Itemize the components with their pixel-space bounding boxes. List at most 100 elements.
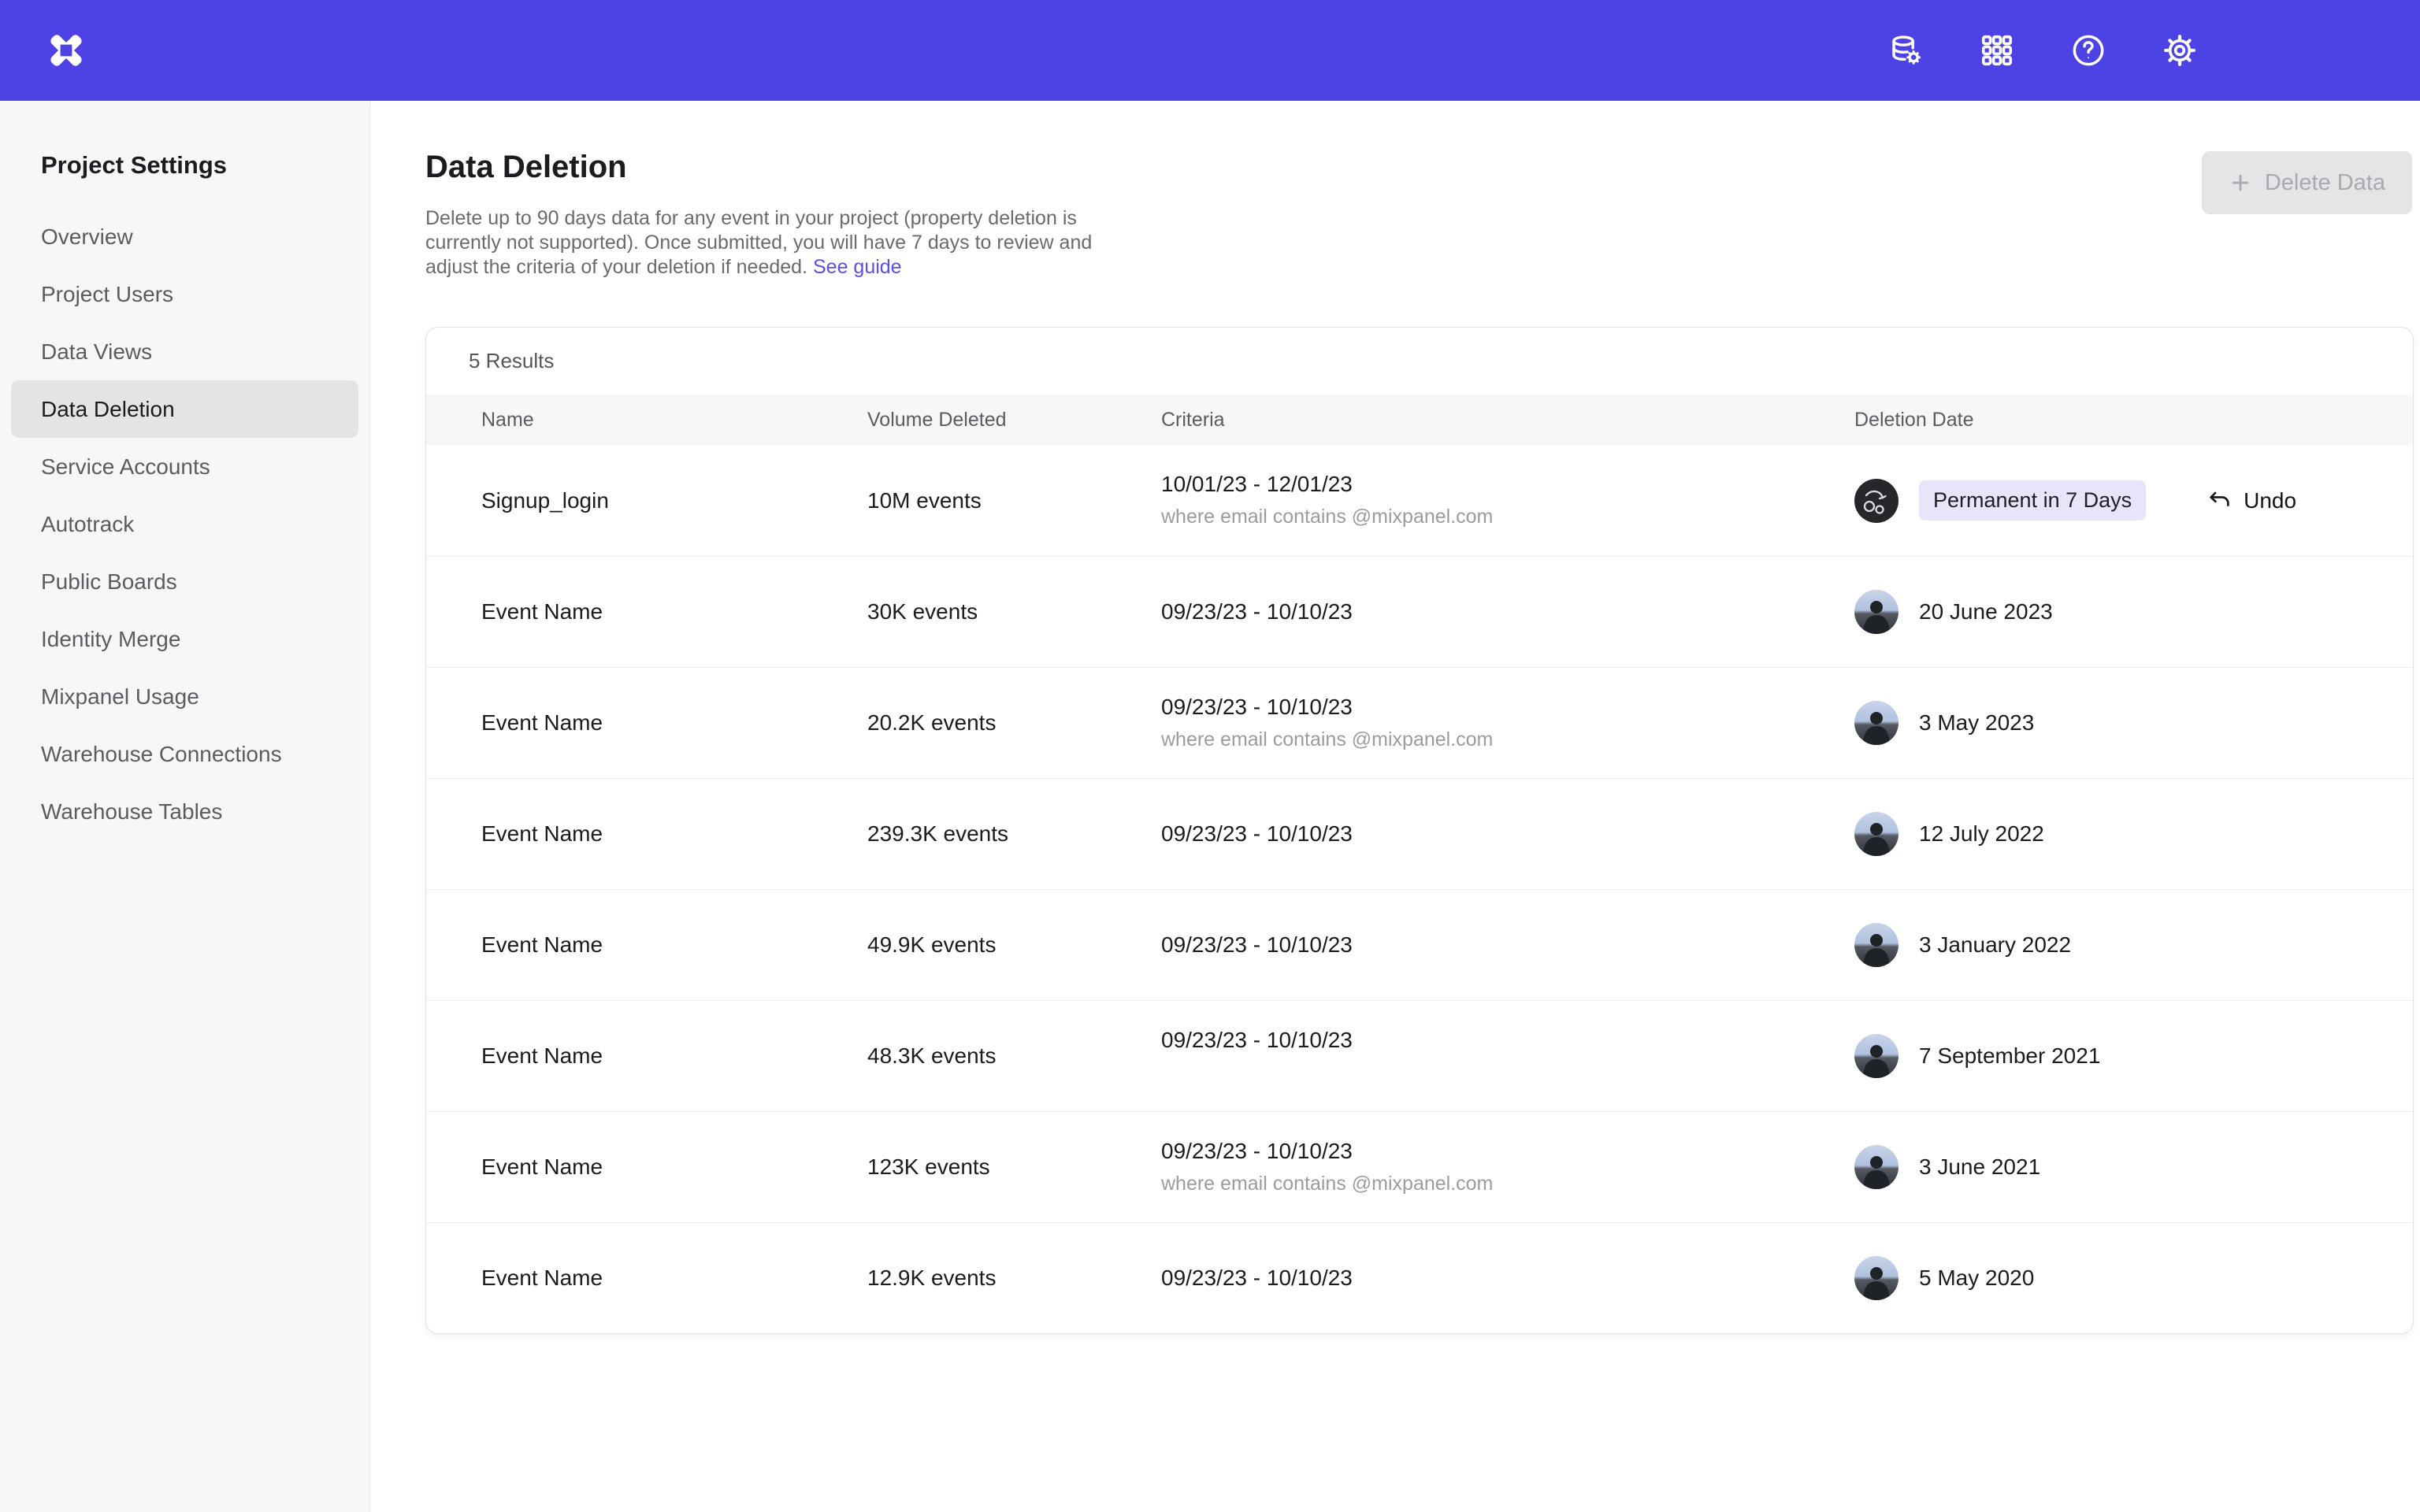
row-criteria: 09/23/23 - 10/10/23 bbox=[1161, 932, 1854, 958]
user-avatar bbox=[1854, 479, 1899, 523]
results-count: 5 Results bbox=[426, 328, 2413, 395]
sidebar-item-data-deletion[interactable]: Data Deletion bbox=[11, 380, 358, 438]
criteria-date-range: 10/01/23 - 12/01/23 bbox=[1161, 472, 1854, 497]
top-bar bbox=[0, 0, 2420, 101]
criteria-date-range: 09/23/23 - 10/10/23 bbox=[1161, 1139, 1854, 1164]
row-volume-deleted: 239.3K events bbox=[867, 821, 1161, 847]
row-criteria: 09/23/23 - 10/10/23 bbox=[1161, 599, 1854, 624]
row-name: Event Name bbox=[481, 821, 867, 847]
row-volume-deleted: 30K events bbox=[867, 599, 1161, 624]
criteria-date-range: 09/23/23 - 10/10/23 bbox=[1161, 1028, 1854, 1053]
criteria-filter-text: where email contains @mixpanel.com bbox=[1161, 506, 1854, 529]
user-avatar bbox=[1854, 590, 1899, 634]
criteria-filter-text: where email contains @mixpanel.com bbox=[1161, 1173, 1854, 1196]
row-criteria: 09/23/23 - 10/10/23 bbox=[1161, 1266, 1854, 1291]
deletion-date-text: 12 July 2022 bbox=[1919, 821, 2044, 847]
deletion-date-text: 3 June 2021 bbox=[1919, 1154, 2040, 1180]
see-guide-link[interactable]: See guide bbox=[813, 256, 902, 278]
table-row: Event Name48.3K events09/23/23 - 10/10/2… bbox=[426, 1000, 2413, 1111]
table-row: Event Name12.9K events09/23/23 - 10/10/2… bbox=[426, 1222, 2413, 1333]
table-row: Event Name123K events09/23/23 - 10/10/23… bbox=[426, 1111, 2413, 1222]
row-criteria: 10/01/23 - 12/01/23 where email contains … bbox=[1161, 472, 1854, 529]
page-title: Data Deletion bbox=[425, 150, 627, 185]
row-criteria: 09/23/23 - 10/10/23 bbox=[1161, 821, 1854, 847]
row-volume-deleted: 10M events bbox=[867, 488, 1161, 513]
criteria-filter-text bbox=[1161, 1062, 1854, 1085]
deletion-date-text: 7 September 2021 bbox=[1919, 1043, 2100, 1069]
row-name: Event Name bbox=[481, 1154, 867, 1180]
sidebar-item-data-views[interactable]: Data Views bbox=[11, 323, 358, 380]
column-header-deletion-date: Deletion Date bbox=[1854, 409, 2413, 432]
criteria-date-range: 09/23/23 - 10/10/23 bbox=[1161, 1266, 1854, 1291]
user-avatar bbox=[1854, 923, 1899, 967]
undo-icon bbox=[2207, 488, 2233, 513]
table-row: Event Name20.2K events09/23/23 - 10/10/2… bbox=[426, 667, 2413, 778]
row-name: Event Name bbox=[481, 1266, 867, 1291]
criteria-date-range: 09/23/23 - 10/10/23 bbox=[1161, 695, 1854, 720]
sidebar-item-public-boards[interactable]: Public Boards bbox=[11, 553, 358, 610]
data-management-icon[interactable] bbox=[1886, 31, 1925, 70]
sidebar-item-identity-merge[interactable]: Identity Merge bbox=[11, 610, 358, 668]
row-name: Event Name bbox=[481, 599, 867, 624]
criteria-filter-text: where email contains @mixpanel.com bbox=[1161, 728, 1854, 752]
row-deletion-date: Permanent in 7 Days Undo bbox=[1854, 479, 2413, 523]
help-icon[interactable] bbox=[2069, 31, 2108, 70]
row-deletion-date: 3 January 2022 bbox=[1854, 923, 2413, 967]
sidebar: Project Settings OverviewProject UsersDa… bbox=[0, 101, 370, 1512]
permanent-status-badge: Permanent in 7 Days bbox=[1919, 480, 2146, 521]
sidebar-nav: OverviewProject UsersData ViewsData Dele… bbox=[11, 208, 358, 840]
column-header-name: Name bbox=[481, 409, 867, 432]
sidebar-item-mixpanel-usage[interactable]: Mixpanel Usage bbox=[11, 668, 358, 725]
deletion-date-text: 20 June 2023 bbox=[1919, 599, 2053, 624]
row-volume-deleted: 123K events bbox=[867, 1154, 1161, 1180]
row-deletion-date: 3 May 2023 bbox=[1854, 701, 2413, 745]
row-criteria: 09/23/23 - 10/10/23 bbox=[1161, 1028, 1854, 1085]
deletion-date-text: 5 May 2020 bbox=[1919, 1266, 2034, 1291]
deletion-table-card: 5 Results Name Volume Deleted Criteria D… bbox=[425, 327, 2414, 1334]
sidebar-item-overview[interactable]: Overview bbox=[11, 208, 358, 265]
sidebar-item-service-accounts[interactable]: Service Accounts bbox=[11, 438, 358, 495]
column-header-volume: Volume Deleted bbox=[867, 409, 1161, 432]
criteria-date-range: 09/23/23 - 10/10/23 bbox=[1161, 599, 1854, 624]
row-criteria: 09/23/23 - 10/10/23 where email contains … bbox=[1161, 1139, 1854, 1196]
table-row: Signup_login10M events10/01/23 - 12/01/2… bbox=[426, 445, 2413, 556]
undo-label: Undo bbox=[2244, 488, 2296, 513]
sidebar-item-warehouse-connections[interactable]: Warehouse Connections bbox=[11, 725, 358, 783]
plus-icon bbox=[2229, 171, 2252, 195]
user-avatar bbox=[1854, 812, 1899, 856]
main-content: Data Deletion Delete up to 90 days data … bbox=[370, 101, 2420, 1512]
table-row: Event Name30K events09/23/23 - 10/10/23 2… bbox=[426, 556, 2413, 667]
user-avatar bbox=[1854, 1256, 1899, 1300]
row-name: Event Name bbox=[481, 932, 867, 958]
row-volume-deleted: 20.2K events bbox=[867, 710, 1161, 736]
apps-grid-icon[interactable] bbox=[1977, 31, 2017, 70]
page-description: Delete up to 90 days data for any event … bbox=[425, 206, 1142, 280]
row-name: Signup_login bbox=[481, 488, 867, 513]
topbar-icon-group bbox=[1886, 31, 2199, 70]
table-body: Signup_login10M events10/01/23 - 12/01/2… bbox=[426, 445, 2413, 1333]
row-deletion-date: 12 July 2022 bbox=[1854, 812, 2413, 856]
row-criteria: 09/23/23 - 10/10/23 where email contains … bbox=[1161, 695, 1854, 752]
undo-button[interactable]: Undo bbox=[2207, 488, 2296, 513]
page-description-text: Delete up to 90 days data for any event … bbox=[425, 207, 1092, 278]
user-avatar bbox=[1854, 1034, 1899, 1078]
sidebar-item-warehouse-tables[interactable]: Warehouse Tables bbox=[11, 783, 358, 840]
settings-icon[interactable] bbox=[2160, 31, 2199, 70]
criteria-date-range: 09/23/23 - 10/10/23 bbox=[1161, 932, 1854, 958]
sidebar-item-autotrack[interactable]: Autotrack bbox=[11, 495, 358, 553]
deletion-date-text: 3 May 2023 bbox=[1919, 710, 2034, 736]
delete-data-button[interactable]: Delete Data bbox=[2202, 151, 2412, 214]
sidebar-item-project-users[interactable]: Project Users bbox=[11, 265, 358, 323]
row-name: Event Name bbox=[481, 710, 867, 736]
row-deletion-date: 5 May 2020 bbox=[1854, 1256, 2413, 1300]
criteria-date-range: 09/23/23 - 10/10/23 bbox=[1161, 821, 1854, 847]
row-deletion-date: 7 September 2021 bbox=[1854, 1034, 2413, 1078]
column-header-criteria: Criteria bbox=[1161, 409, 1854, 432]
row-volume-deleted: 12.9K events bbox=[867, 1266, 1161, 1291]
sidebar-title: Project Settings bbox=[11, 151, 358, 180]
row-volume-deleted: 48.3K events bbox=[867, 1043, 1161, 1069]
row-name: Event Name bbox=[481, 1043, 867, 1069]
mixpanel-logo-icon[interactable] bbox=[46, 30, 87, 71]
user-avatar bbox=[1854, 701, 1899, 745]
row-deletion-date: 3 June 2021 bbox=[1854, 1145, 2413, 1189]
